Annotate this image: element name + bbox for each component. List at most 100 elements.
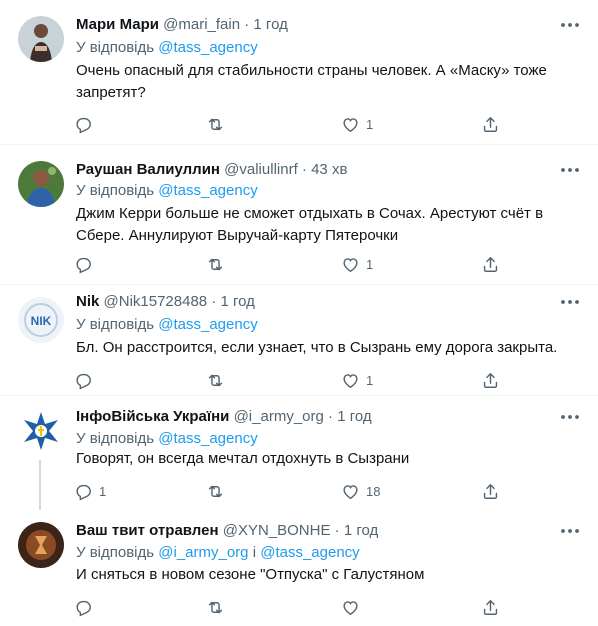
like-count: 1 [366, 372, 374, 388]
reply-icon [74, 115, 93, 134]
action-bar: 1 [66, 110, 526, 138]
tweet-text: Говорят, он всегда мечтал отдохнуть в Сы… [76, 450, 410, 467]
tweet-text: И сняться в новом сезоне "Отпуска" с Гал… [76, 566, 425, 583]
tweet[interactable]: Раушан Валиуллин @valiullinrf · 43 хв У … [0, 145, 598, 285]
mention-link[interactable]: @tass_agency [158, 316, 257, 333]
user-handle[interactable]: @i_army_org [234, 408, 324, 425]
heart-icon [341, 255, 360, 274]
reply-context: У відповідь @i_army_org і @tass_agency [76, 543, 360, 563]
timestamp[interactable]: 1 год [344, 522, 378, 539]
mention-link[interactable]: @tass_agency [158, 182, 257, 199]
reply-count: 1 [99, 483, 107, 499]
separator: · [334, 522, 340, 539]
avatar[interactable] [18, 408, 64, 454]
more-icon[interactable] [558, 15, 582, 35]
reply-button[interactable] [74, 110, 99, 138]
share-button[interactable] [481, 366, 500, 394]
retweet-button[interactable] [206, 250, 231, 278]
share-icon [481, 371, 500, 390]
share-button[interactable] [481, 250, 500, 278]
tweet[interactable]: Мари Мари @mari_fain · 1 год У відповідь… [0, 0, 598, 145]
timestamp[interactable]: 43 хв [311, 161, 347, 178]
svg-text:NIK: NIK [31, 314, 52, 328]
retweet-icon [206, 371, 225, 390]
display-name[interactable]: Nik [76, 293, 99, 310]
retweet-icon [206, 598, 225, 617]
retweet-button[interactable] [206, 477, 231, 505]
reply-joiner: і [252, 544, 257, 561]
reply-prefix: У відповідь [76, 544, 155, 561]
heart-icon [341, 598, 360, 617]
user-handle[interactable]: @mari_fain [163, 16, 240, 33]
reply-prefix: У відповідь [76, 430, 155, 447]
retweet-icon [206, 115, 225, 134]
heart-icon [341, 371, 360, 390]
avatar[interactable]: NIK [18, 297, 64, 343]
separator: · [328, 408, 334, 425]
reply-icon [74, 371, 93, 390]
separator: · [244, 16, 250, 33]
action-bar [66, 593, 526, 621]
tweet[interactable]: NIK Nik @Nik15728488 · 1 год У відповідь… [0, 285, 598, 396]
tweet-header: Раушан Валиуллин @valiullinrf · 43 хв [76, 160, 558, 180]
reply-button[interactable]: 1 [74, 477, 106, 505]
reply-button[interactable] [74, 593, 99, 621]
tweet-header: Мари Мари @mari_fain · 1 год [76, 15, 558, 35]
like-button[interactable]: 1 [341, 366, 373, 394]
more-icon[interactable] [558, 160, 582, 180]
action-bar: 1 18 [66, 477, 526, 505]
share-button[interactable] [481, 593, 500, 621]
timestamp[interactable]: 1 год [221, 293, 255, 310]
tweet-text: Джим Керри больше не сможет отдыхать в С… [76, 205, 544, 244]
mention-link[interactable]: @tass_agency [158, 430, 257, 447]
thread-line [39, 460, 41, 510]
user-handle[interactable]: @valiullinrf [224, 161, 298, 178]
reply-prefix: У відповідь [76, 39, 155, 56]
tweet-text: Очень опасный для стабильности страны че… [76, 62, 547, 101]
timestamp[interactable]: 1 год [253, 16, 287, 33]
share-icon [481, 598, 500, 617]
user-handle[interactable]: @Nik15728488 [104, 293, 208, 310]
user-handle[interactable]: @XYN_BONHE [223, 522, 331, 539]
share-button[interactable] [481, 477, 500, 505]
display-name[interactable]: ІнфоВійська України [76, 408, 229, 425]
more-icon[interactable] [558, 521, 582, 541]
mention-link[interactable]: @tass_agency [158, 39, 257, 56]
display-name[interactable]: Раушан Валиуллин [76, 161, 220, 178]
action-bar: 1 [66, 250, 526, 278]
retweet-icon [206, 255, 225, 274]
retweet-button[interactable] [206, 366, 231, 394]
display-name[interactable]: Мари Мари [76, 16, 159, 33]
share-icon [481, 115, 500, 134]
mention-link[interactable]: @tass_agency [260, 544, 359, 561]
like-count: 1 [366, 116, 374, 132]
like-button[interactable]: 18 [341, 477, 380, 505]
tweet[interactable]: Ваш твит отравлен @XYN_BONHE · 1 год У в… [0, 510, 598, 626]
reply-icon [74, 598, 93, 617]
reply-icon [74, 482, 93, 501]
more-icon[interactable] [558, 292, 582, 312]
tweet-header: Ваш твит отравлен @XYN_BONHE · 1 год [76, 521, 558, 541]
like-button[interactable]: 1 [341, 250, 373, 278]
tweet[interactable]: ІнфоВійська України @i_army_org · 1 год … [0, 396, 598, 510]
avatar[interactable] [18, 161, 64, 207]
like-button[interactable] [341, 593, 366, 621]
reply-button[interactable] [74, 366, 99, 394]
heart-icon [341, 115, 360, 134]
mention-link[interactable]: @i_army_org [158, 544, 248, 561]
avatar[interactable] [18, 522, 64, 568]
action-bar: 1 [66, 366, 526, 394]
reply-button[interactable] [74, 250, 99, 278]
tweet-header: Nik @Nik15728488 · 1 год [76, 292, 558, 312]
reply-context: У відповідь @tass_agency [76, 429, 258, 449]
timestamp[interactable]: 1 год [337, 408, 371, 425]
reply-feed: Мари Мари @mari_fain · 1 год У відповідь… [0, 0, 598, 626]
reply-context: У відповідь @tass_agency [76, 315, 258, 335]
like-button[interactable]: 1 [341, 110, 373, 138]
more-icon[interactable] [558, 407, 582, 427]
retweet-button[interactable] [206, 593, 231, 621]
display-name[interactable]: Ваш твит отравлен [76, 522, 219, 539]
retweet-button[interactable] [206, 110, 231, 138]
avatar[interactable] [18, 16, 64, 62]
share-button[interactable] [481, 110, 500, 138]
